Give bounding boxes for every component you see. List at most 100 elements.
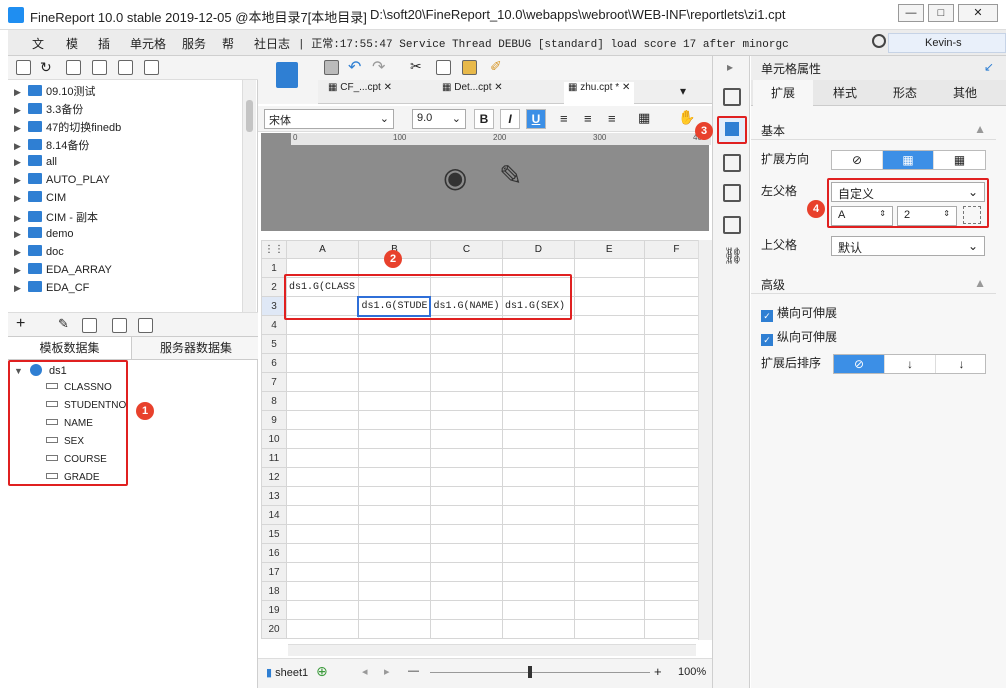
row-header[interactable]: 2 bbox=[261, 277, 287, 297]
row-header[interactable]: 19 bbox=[261, 600, 287, 620]
template-icon[interactable] bbox=[276, 62, 298, 88]
section-advanced[interactable]: 高级 ▲ bbox=[751, 272, 996, 294]
expand-arrow-icon[interactable]: ▶ bbox=[14, 193, 24, 204]
add-sheet-icon[interactable]: ⊕ bbox=[316, 663, 328, 680]
hide-eye-icon[interactable]: ◉ bbox=[443, 161, 467, 194]
row-header[interactable]: 16 bbox=[261, 543, 287, 563]
row-header[interactable]: 18 bbox=[261, 581, 287, 601]
open-icon[interactable] bbox=[66, 60, 81, 75]
tree-item[interactable]: ▶ CIM - 副本 bbox=[14, 209, 244, 227]
zoom-slider-handle[interactable] bbox=[528, 666, 532, 678]
cell[interactable] bbox=[573, 258, 645, 278]
expand-arrow-icon[interactable]: ▶ bbox=[14, 105, 24, 116]
row-header[interactable]: 1 bbox=[261, 258, 287, 278]
border-icon[interactable]: ▦ bbox=[638, 110, 650, 126]
vertical-expandable-checkbox[interactable]: ✓ 纵向可伸展 bbox=[761, 328, 837, 346]
refresh-icon[interactable]: ↻ bbox=[40, 59, 52, 76]
cell[interactable] bbox=[429, 619, 503, 639]
collapse-right-icon[interactable]: ▸ bbox=[727, 60, 733, 74]
cell[interactable] bbox=[429, 467, 503, 487]
cell[interactable] bbox=[357, 581, 431, 601]
cell[interactable] bbox=[429, 581, 503, 601]
cell[interactable] bbox=[501, 600, 575, 620]
zoom-slider[interactable] bbox=[430, 672, 650, 673]
cell[interactable] bbox=[286, 600, 359, 620]
condition-icon[interactable] bbox=[723, 216, 741, 234]
cell[interactable] bbox=[357, 619, 431, 639]
column-header[interactable]: A bbox=[286, 240, 359, 259]
tree-item[interactable]: ▶ AUTO_PLAY bbox=[14, 173, 244, 191]
cell[interactable] bbox=[573, 524, 645, 544]
cell[interactable] bbox=[573, 581, 645, 601]
cell[interactable] bbox=[286, 410, 359, 430]
cell[interactable] bbox=[357, 486, 431, 506]
cell[interactable] bbox=[573, 429, 645, 449]
horizontal-expand-icon[interactable]: ▦ bbox=[934, 151, 985, 169]
no-sort-icon[interactable]: ⊘ bbox=[834, 355, 885, 373]
save-icon[interactable] bbox=[324, 60, 339, 75]
row-header[interactable]: 15 bbox=[261, 524, 287, 544]
italic-button[interactable]: I bbox=[500, 109, 520, 129]
cell[interactable] bbox=[573, 467, 645, 487]
expand-arrow-icon[interactable]: ▶ bbox=[14, 123, 24, 134]
collapse-icon[interactable]: ▲ bbox=[974, 276, 986, 290]
cell[interactable] bbox=[429, 334, 503, 354]
zoom-in-button[interactable]: + bbox=[654, 664, 662, 679]
menu-insert[interactable]: 插 bbox=[98, 35, 110, 52]
expand-arrow-icon[interactable]: ▶ bbox=[14, 265, 24, 276]
expand-arrow-icon[interactable]: ▶ bbox=[14, 213, 24, 224]
link-icon[interactable]: ⛓ bbox=[723, 246, 743, 266]
row-header[interactable]: 10 bbox=[261, 429, 287, 449]
copy-icon[interactable] bbox=[144, 60, 159, 75]
row-header[interactable]: 6 bbox=[261, 353, 287, 373]
cell[interactable] bbox=[573, 600, 645, 620]
cell[interactable] bbox=[573, 543, 645, 563]
checkbox-checked-icon[interactable]: ✓ bbox=[761, 310, 773, 322]
tree-item[interactable]: ▶ all bbox=[14, 155, 244, 173]
cell[interactable] bbox=[286, 334, 359, 354]
cell[interactable] bbox=[573, 315, 645, 335]
align-left-icon[interactable]: ≡ bbox=[560, 111, 568, 126]
cell[interactable] bbox=[501, 372, 575, 392]
expand-arrow-icon[interactable]: ▶ bbox=[14, 283, 24, 294]
tree-item[interactable]: ▶ EDA_ARRAY bbox=[14, 263, 244, 281]
cell[interactable] bbox=[286, 524, 359, 544]
cell[interactable] bbox=[573, 505, 645, 525]
cell[interactable] bbox=[429, 486, 503, 506]
expand-direction-control[interactable]: ⊘ ▦ ▦ bbox=[831, 150, 986, 170]
cell[interactable] bbox=[573, 448, 645, 468]
paste-icon[interactable] bbox=[462, 60, 477, 75]
tree-item[interactable]: ▶ 3.3备份 bbox=[14, 101, 244, 119]
cell[interactable] bbox=[573, 562, 645, 582]
menu-server[interactable]: 服务 bbox=[182, 35, 206, 52]
corner-cell[interactable]: ⋮⋮ bbox=[261, 240, 287, 259]
cell[interactable] bbox=[429, 543, 503, 563]
tree-item[interactable]: ▶ 09.10测试 bbox=[14, 83, 244, 101]
tab-shape[interactable]: 形态 bbox=[875, 80, 935, 106]
tree-item[interactable]: ▶ 47的切换finedb bbox=[14, 119, 244, 137]
expand-arrow-icon[interactable]: ▶ bbox=[14, 141, 24, 152]
row-header[interactable]: 7 bbox=[261, 372, 287, 392]
tree-item[interactable]: ▶ EDA_CF bbox=[14, 281, 244, 299]
cell[interactable] bbox=[286, 448, 359, 468]
cell[interactable] bbox=[573, 391, 645, 411]
cell[interactable] bbox=[357, 524, 431, 544]
row-header[interactable]: 14 bbox=[261, 505, 287, 525]
sort-descending-icon[interactable]: ↓ bbox=[936, 355, 987, 373]
redo-icon[interactable]: ↷ bbox=[372, 57, 385, 77]
cell[interactable] bbox=[357, 429, 431, 449]
cell[interactable] bbox=[357, 353, 431, 373]
tab-template-datasets[interactable]: 模板数据集 bbox=[8, 337, 132, 359]
cell[interactable] bbox=[573, 353, 645, 373]
format-brush-icon[interactable]: ✐ bbox=[490, 58, 502, 75]
cut-icon[interactable]: ✂ bbox=[410, 58, 422, 75]
scrollbar-thumb[interactable] bbox=[246, 100, 253, 132]
tree-scrollbar[interactable] bbox=[242, 80, 256, 312]
cell[interactable] bbox=[357, 448, 431, 468]
row-header[interactable]: 12 bbox=[261, 467, 287, 487]
add-dataset-icon[interactable]: + bbox=[16, 315, 25, 333]
cell[interactable] bbox=[501, 562, 575, 582]
cell[interactable] bbox=[429, 600, 503, 620]
close-button[interactable]: ✕ bbox=[958, 4, 998, 22]
cell[interactable] bbox=[501, 543, 575, 563]
